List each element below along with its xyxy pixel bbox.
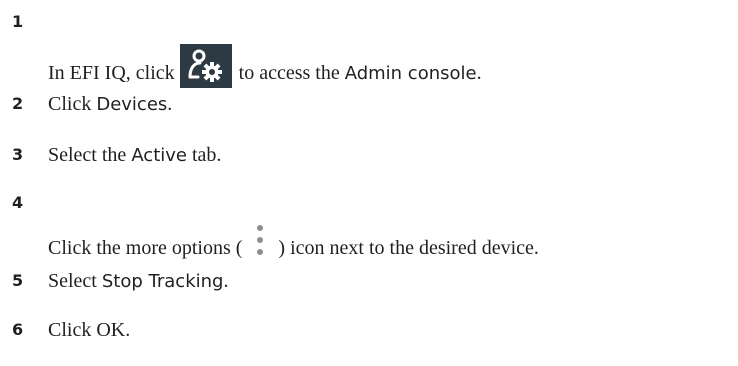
step-text-part: In EFI IQ, click <box>48 62 175 84</box>
step-text-part: . <box>223 270 229 292</box>
step-number: 2 <box>12 94 24 113</box>
step-text: In EFI IQ, click to access the Admin con… <box>48 44 482 88</box>
step-number: 1 <box>12 12 24 31</box>
step-text-part: Click OK. <box>48 319 131 341</box>
step-text-part: Select the <box>48 144 127 166</box>
step-text-part: Click the more options ( <box>48 237 243 259</box>
ui-term: Devices <box>96 94 168 115</box>
step-text: Click the more options ( ) icon next to … <box>48 222 539 262</box>
step-number: 5 <box>12 271 24 290</box>
more-options-icon <box>242 222 278 262</box>
step-text-part: to access the <box>238 62 340 84</box>
step-number: 3 <box>12 145 24 164</box>
step-text-part: ) icon next to the desired device. <box>278 237 539 259</box>
ui-term: Active <box>131 145 187 166</box>
ui-term: Admin console <box>344 63 477 84</box>
step-number: 6 <box>12 320 24 339</box>
ui-term: Stop Tracking <box>101 271 224 292</box>
admin-settings-icon <box>179 44 232 88</box>
step-text-part: Click <box>48 93 92 115</box>
step-number: 4 <box>12 193 24 212</box>
step-text-part: . <box>167 93 173 115</box>
step-text: Select Stop Tracking. <box>48 269 228 294</box>
step-text: Click OK. <box>48 318 130 342</box>
step-text: Click Devices. <box>48 92 172 117</box>
step-text-part: Select <box>48 270 97 292</box>
step-text-part: . <box>476 62 482 84</box>
step-text: Select the Active tab. <box>48 143 221 168</box>
step-text-part: tab. <box>192 144 222 166</box>
